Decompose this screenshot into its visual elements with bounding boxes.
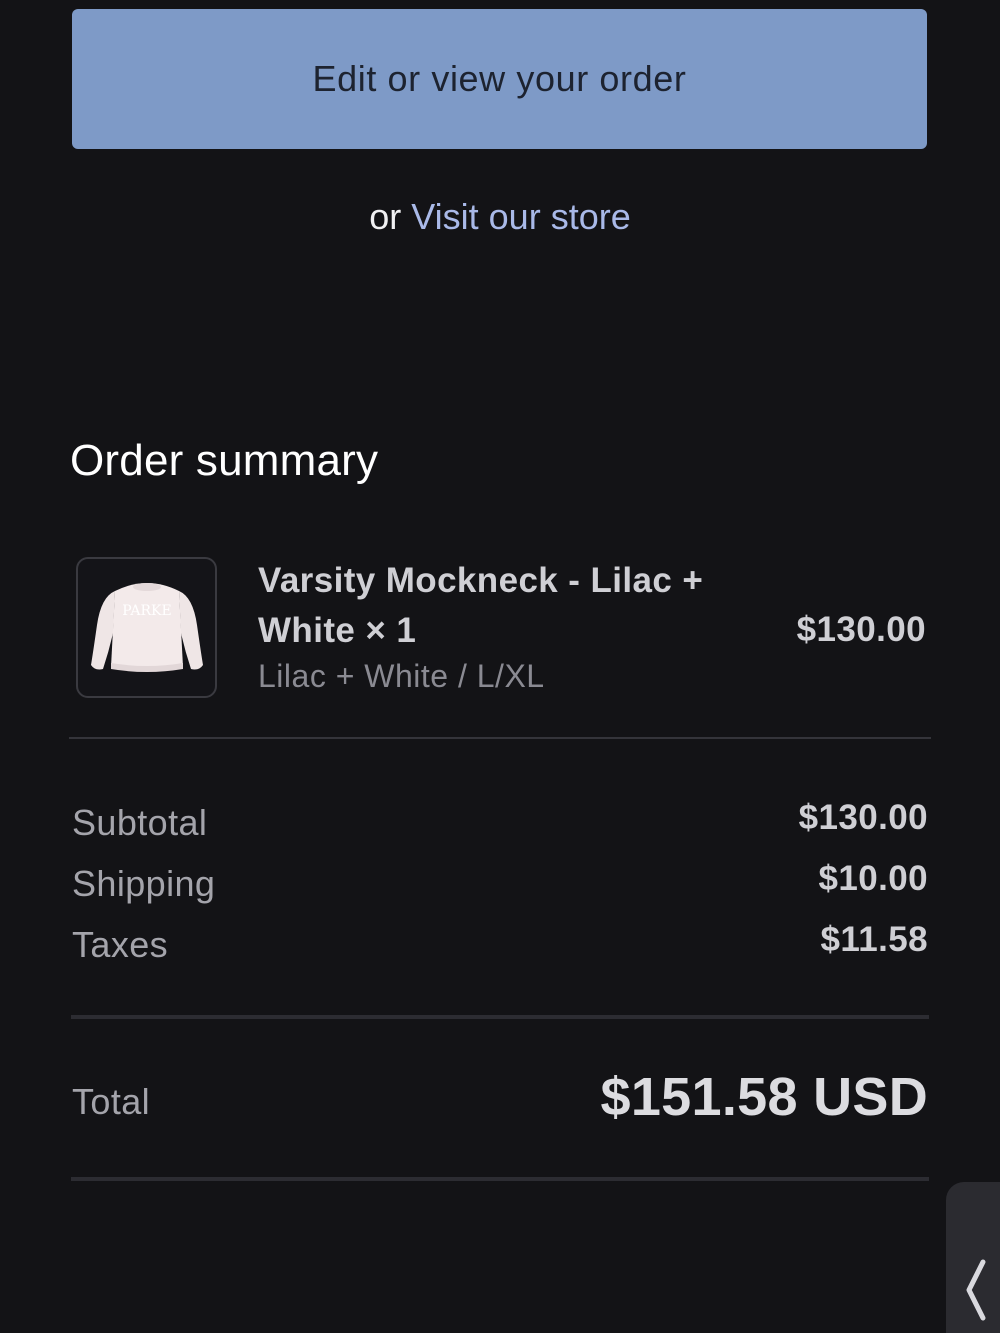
subtotal-label: Subtotal bbox=[72, 802, 208, 843]
order-status-page: Edit or view your order or Visit our sto… bbox=[0, 0, 1000, 1333]
sweatshirt-icon: PARKE bbox=[90, 582, 203, 672]
shipping-label: Shipping bbox=[72, 863, 216, 904]
side-panel-tab[interactable] bbox=[946, 1182, 1000, 1333]
totals-divider bbox=[71, 1015, 929, 1019]
order-summary-title: Order summary bbox=[70, 436, 379, 485]
bottom-divider bbox=[71, 1177, 929, 1181]
total-label: Total bbox=[72, 1081, 151, 1122]
or-text: or bbox=[369, 196, 402, 237]
item-variant: Lilac + White / L/XL bbox=[258, 658, 545, 694]
subtotal-value: $130.00 bbox=[798, 798, 928, 837]
edit-order-button[interactable]: Edit or view your order bbox=[72, 9, 927, 149]
taxes-value: $11.58 bbox=[820, 920, 928, 959]
shipping-value: $10.00 bbox=[818, 859, 928, 898]
chevron-left-icon bbox=[966, 1259, 986, 1321]
visit-store-line: or Visit our store bbox=[0, 196, 1000, 238]
item-price: $130.00 bbox=[796, 610, 926, 649]
product-thumbnail: PARKE bbox=[76, 557, 217, 698]
item-divider bbox=[69, 737, 931, 739]
taxes-label: Taxes bbox=[72, 924, 169, 965]
thumbnail-print-text: PARKE bbox=[122, 603, 171, 619]
visit-store-link[interactable]: Visit our store bbox=[411, 196, 630, 237]
total-value: $151.58 USD bbox=[600, 1067, 928, 1127]
item-name: Varsity Mockneck - Lilac + White × 1 bbox=[258, 561, 704, 650]
